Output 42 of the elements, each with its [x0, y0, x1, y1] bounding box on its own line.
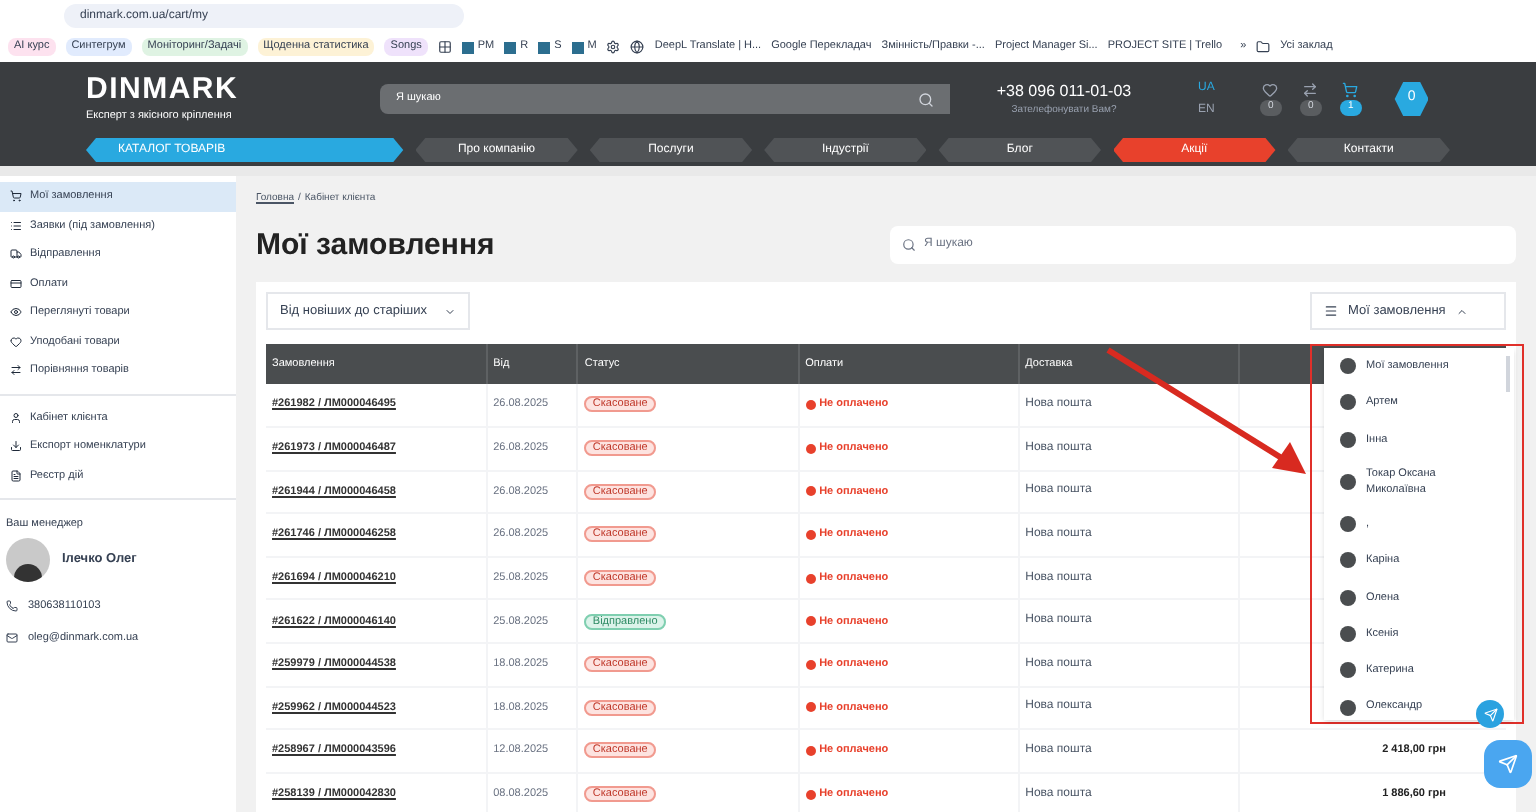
download-icon — [10, 440, 22, 453]
avatar — [1340, 662, 1356, 679]
search-icon[interactable] — [918, 91, 934, 107]
avatar — [1340, 394, 1356, 411]
heart-icon[interactable] — [1262, 82, 1279, 99]
avatar — [1340, 358, 1356, 375]
credit-card-icon — [10, 277, 22, 290]
apps-icon[interactable] — [437, 40, 452, 54]
avatar — [6, 538, 50, 583]
logo[interactable]: DINMARK — [86, 73, 380, 104]
phone-number[interactable]: +38 096 011-01-03 — [996, 79, 1132, 104]
filter-icon — [1324, 304, 1338, 318]
gear-icon[interactable] — [606, 40, 621, 54]
avatar — [1340, 625, 1356, 642]
heart-icon — [10, 335, 22, 348]
scrollbar — [1506, 356, 1510, 392]
avatar — [1340, 589, 1356, 606]
cart-icon — [10, 190, 22, 203]
chevron-icon — [1455, 305, 1468, 317]
arrows-icon — [10, 364, 22, 377]
compare-icon[interactable] — [1302, 82, 1319, 99]
send-icon — [1483, 707, 1497, 721]
folder-icon[interactable] — [1256, 40, 1271, 54]
eye-icon — [10, 306, 22, 319]
avatar — [1340, 473, 1356, 490]
send-icon — [1498, 754, 1518, 774]
search-icon — [902, 238, 916, 253]
telegram-button[interactable] — [1484, 740, 1532, 788]
truck-icon — [10, 248, 22, 261]
phone-icon — [6, 600, 18, 613]
avatar — [1340, 552, 1356, 569]
cart-icon[interactable] — [1342, 82, 1359, 99]
mail-icon — [6, 631, 18, 644]
chevron-icon — [443, 305, 456, 317]
document-icon — [10, 469, 22, 482]
avatar — [1340, 431, 1356, 448]
user-icon — [10, 411, 22, 424]
avatar — [1340, 516, 1356, 533]
globe-icon[interactable] — [630, 40, 645, 54]
page-title: Мої замовлення — [256, 225, 495, 265]
avatar — [1340, 699, 1356, 716]
list-icon — [10, 219, 22, 232]
